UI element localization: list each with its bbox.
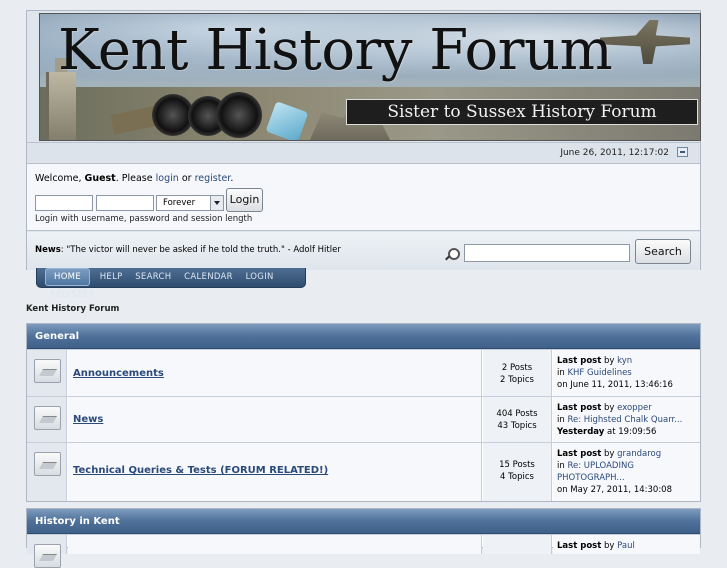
last-post-date: on June 11, 2011, 13:46:16: [557, 380, 673, 390]
last-post: Last post by exopper in Re: Highsted Cha…: [553, 397, 700, 442]
search-input[interactable]: [464, 244, 630, 262]
menu-search[interactable]: SEARCH: [130, 268, 176, 286]
topic-count: 4 Topics: [500, 472, 534, 482]
board-stats: 404 Posts 43 Topics: [483, 397, 552, 442]
guest-label: Guest: [84, 173, 116, 184]
last-post-user[interactable]: exopper: [617, 403, 652, 413]
last-post-time: at 19:09:56: [607, 427, 657, 437]
category-history-in-kent: History in Kent Last post by Paul: [26, 508, 701, 568]
news-quote: : "The victor will never be asked if he …: [60, 245, 341, 255]
welcome-mid: . Please: [115, 173, 153, 184]
password-input[interactable]: [96, 195, 154, 211]
news-text: News: "The victor will never be asked if…: [35, 245, 341, 255]
topic-count: 2 Topics: [500, 375, 534, 385]
board-icon[interactable]: [34, 406, 61, 430]
login-link[interactable]: login: [156, 173, 179, 184]
banner-lamp-image: [216, 92, 262, 138]
welcome-prefix: Welcome,: [35, 173, 82, 184]
board-info: Announcements: [68, 350, 482, 396]
last-post-topic[interactable]: KHF Guidelines: [567, 368, 631, 378]
board-info: Technical Queries & Tests (FORUM RELATED…: [68, 443, 482, 501]
post-count: 15 Posts: [499, 460, 535, 470]
collapse-icon[interactable]: [677, 147, 688, 157]
login-button[interactable]: Login: [226, 188, 263, 212]
last-post: Last post by grandarog in Re: UPLOADING …: [553, 443, 700, 501]
menu-home[interactable]: HOME: [45, 268, 90, 286]
session-length-value: Forever: [163, 198, 196, 208]
board-icon[interactable]: [34, 544, 61, 568]
last-post-user[interactable]: Paul: [617, 541, 635, 551]
last-post-label: Last post: [557, 449, 602, 459]
main-menu: HOME HELP SEARCH CALENDAR LOGIN REGISTER: [36, 268, 306, 300]
current-date: June 26, 2011, 12:17:02: [560, 148, 669, 158]
by-text: by: [603, 403, 615, 413]
last-post-topic[interactable]: Re: UPLOADING: [567, 461, 633, 471]
register-link[interactable]: register: [195, 173, 231, 184]
last-post: Last post by kyn in KHF Guidelines on Ju…: [553, 350, 700, 396]
board-name[interactable]: News: [73, 414, 103, 425]
date-bar: June 26, 2011, 12:17:02: [27, 142, 700, 164]
last-post-topic[interactable]: Re: Highsted Chalk Quarr...: [567, 415, 682, 425]
board-stats: 2 Posts 2 Topics: [483, 350, 552, 396]
menu-login[interactable]: LOGIN: [241, 268, 279, 286]
last-post-date: on May 27, 2011, 14:30:08: [557, 485, 672, 495]
period-text: .: [230, 173, 234, 184]
menu-register[interactable]: REGISTER: [45, 286, 100, 304]
magnifier-icon: [445, 248, 460, 261]
or-text: or: [181, 173, 192, 184]
board-row: Last post by Paul: [27, 534, 700, 568]
forum-banner[interactable]: Kent History Forum Sister to Sussex Hist…: [39, 13, 701, 141]
in-text: in: [557, 415, 565, 425]
last-post-user[interactable]: kyn: [617, 356, 632, 366]
chevron-down-icon[interactable]: [210, 196, 223, 210]
news-label: News: [35, 245, 61, 255]
last-post-date: Yesterday at 19:09:56: [557, 426, 656, 438]
login-panel: Welcome, Guest. Please login or register…: [27, 164, 700, 231]
news-bar: News: "The victor will never be asked if…: [27, 232, 700, 270]
post-count: 404 Posts: [496, 409, 538, 419]
search-button[interactable]: Search: [635, 239, 691, 264]
last-post-label: Last post: [557, 403, 602, 413]
board-info: News: [68, 397, 482, 442]
topic-count: 43 Topics: [497, 421, 537, 431]
board-stats: 15 Posts 4 Topics: [483, 443, 552, 501]
site-title: Kent History Forum: [58, 18, 613, 83]
site-subtitle: Sister to Sussex History Forum: [346, 99, 698, 125]
menu-calendar[interactable]: CALENDAR: [179, 268, 238, 286]
session-length-select[interactable]: Forever: [156, 195, 224, 211]
post-count: 2 Posts: [501, 363, 533, 373]
username-input[interactable]: [35, 195, 93, 211]
last-post-day: Yesterday: [557, 427, 605, 437]
login-hint: Login with username, password and sessio…: [35, 214, 253, 224]
menu-help[interactable]: HELP: [95, 268, 128, 286]
by-text: by: [603, 449, 615, 459]
board-icon[interactable]: [34, 359, 61, 383]
by-text: by: [603, 541, 615, 551]
board-row: News 404 Posts 43 Topics Last post by ex…: [27, 396, 700, 442]
last-post-label: Last post: [557, 356, 602, 366]
breadcrumb[interactable]: Kent History Forum: [26, 304, 119, 314]
last-post-user[interactable]: grandarog: [617, 449, 661, 459]
header-panel: Kent History Forum Sister to Sussex Hist…: [26, 10, 701, 270]
by-text: by: [603, 356, 615, 366]
in-text: in: [557, 368, 565, 378]
category-general: General Announcements 2 Posts 2 Topics L…: [26, 323, 701, 502]
board-row: Technical Queries & Tests (FORUM RELATED…: [27, 442, 700, 501]
board-icon[interactable]: [34, 452, 61, 476]
board-icon-cell: [27, 397, 67, 442]
last-post-label: Last post: [557, 541, 602, 551]
board-icon-cell: [27, 350, 67, 396]
board-row: Announcements 2 Posts 2 Topics Last post…: [27, 349, 700, 396]
category-header[interactable]: General: [27, 324, 700, 349]
board-icon-cell: [27, 443, 67, 501]
last-post-topic-cont[interactable]: PHOTOGRAPH...: [557, 473, 625, 483]
category-header[interactable]: History in Kent: [27, 509, 700, 534]
board-name[interactable]: Announcements: [73, 368, 164, 379]
welcome-text: Welcome, Guest. Please login or register…: [35, 173, 233, 184]
in-text: in: [557, 461, 565, 471]
board-name[interactable]: Technical Queries & Tests (FORUM RELATED…: [73, 465, 328, 476]
